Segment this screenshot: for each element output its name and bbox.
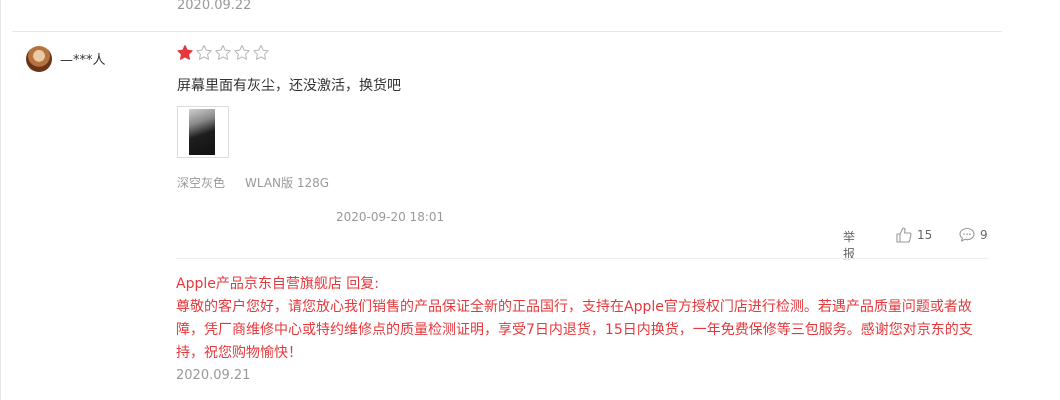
- review-post-time: 2020-09-20 18:01: [336, 210, 445, 224]
- star-empty-icon: [215, 45, 231, 60]
- like-button[interactable]: 15: [895, 226, 932, 244]
- reply-count: 9: [980, 228, 988, 242]
- star-empty-icon: [234, 45, 250, 60]
- review-comment: 屏幕里面有灰尘，还没激活，换货吧: [177, 78, 401, 94]
- thumbs-up-icon: [896, 227, 912, 243]
- seller-reply-header: Apple产品京东自营旗舰店 回复:: [176, 276, 380, 292]
- seller-reply: Apple产品京东自营旗舰店 回复: 尊敬的客户您好，请您放心我们销售的产品保证…: [176, 273, 976, 365]
- previous-review-date: 2020.09.22: [177, 0, 252, 13]
- like-count: 15: [917, 228, 933, 242]
- product-version-spec: WLAN版 128G: [245, 176, 330, 190]
- review-photo-thumbnail[interactable]: [177, 106, 229, 158]
- reply-divider: [176, 258, 988, 259]
- reply-button[interactable]: 9: [958, 226, 988, 244]
- star-rating: [176, 44, 270, 62]
- seller-reply-date: 2020.09.21: [176, 368, 251, 383]
- avatar[interactable]: [26, 46, 52, 72]
- product-color-spec: 深空灰色: [177, 176, 226, 190]
- star-filled-icon: [177, 45, 193, 60]
- username: —***人: [60, 53, 106, 68]
- report-link[interactable]: 举报: [843, 228, 855, 262]
- comment-bubble-icon: [959, 227, 975, 242]
- left-border: [0, 0, 1, 400]
- seller-reply-text: 尊敬的客户您好，请您放心我们销售的产品保证全新的正品国行，支持在Apple官方授…: [176, 299, 973, 361]
- star-empty-icon: [196, 45, 212, 60]
- star-empty-icon: [253, 45, 269, 60]
- review-divider: [12, 31, 1002, 32]
- review-photo: [189, 109, 215, 155]
